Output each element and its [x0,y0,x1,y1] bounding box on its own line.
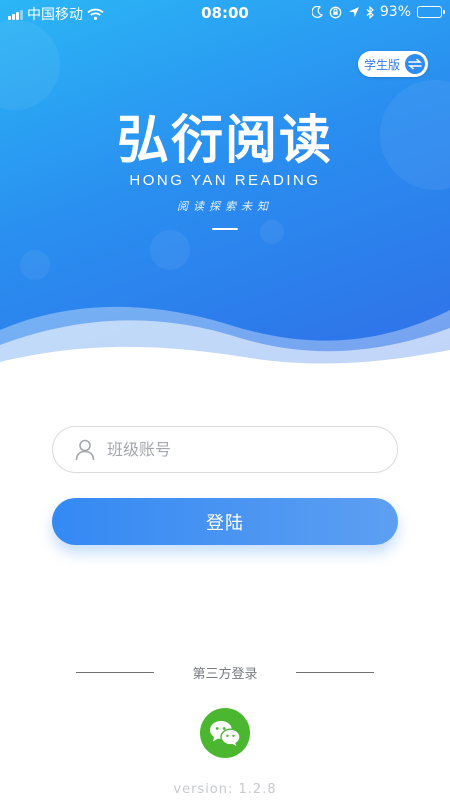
third-party-login: 第三方登录 [0,662,450,682]
divider-right [296,672,374,673]
location-icon [348,7,359,17]
wechat-login-button[interactable] [200,708,250,758]
swap-icon [405,54,425,74]
logo-divider [212,228,238,230]
moon-icon [311,6,323,18]
hero-wave [0,306,450,370]
version-text: version: 1.2.8 [173,782,277,797]
status-bar: 中国移动 08:00 93% [0,0,450,26]
decor-bubble [0,20,60,110]
role-switch-button[interactable]: 学生版 [358,51,428,77]
battery-percent: 93% [379,4,411,20]
rotation-lock-icon [329,6,342,18]
decor-bubble [150,230,190,270]
battery-icon [417,6,445,18]
account-input[interactable] [107,440,367,459]
login-button[interactable]: 登陆 [52,498,398,545]
account-field[interactable] [52,426,398,473]
app-logo-subtitle: HONG YAN READING [129,172,321,189]
third-party-label: 第三方登录 [192,667,258,682]
status-right: 93% [311,4,445,20]
wechat-icon [210,721,241,746]
user-icon [75,439,95,460]
bluetooth-icon [366,5,374,19]
decor-bubble [260,220,284,244]
role-switch-label: 学生版 [364,57,401,72]
decor-bubble [20,250,50,280]
app-logo-title: 弘衍阅读 [116,111,333,171]
app-slogan: 阅读探索未知 [177,200,273,213]
